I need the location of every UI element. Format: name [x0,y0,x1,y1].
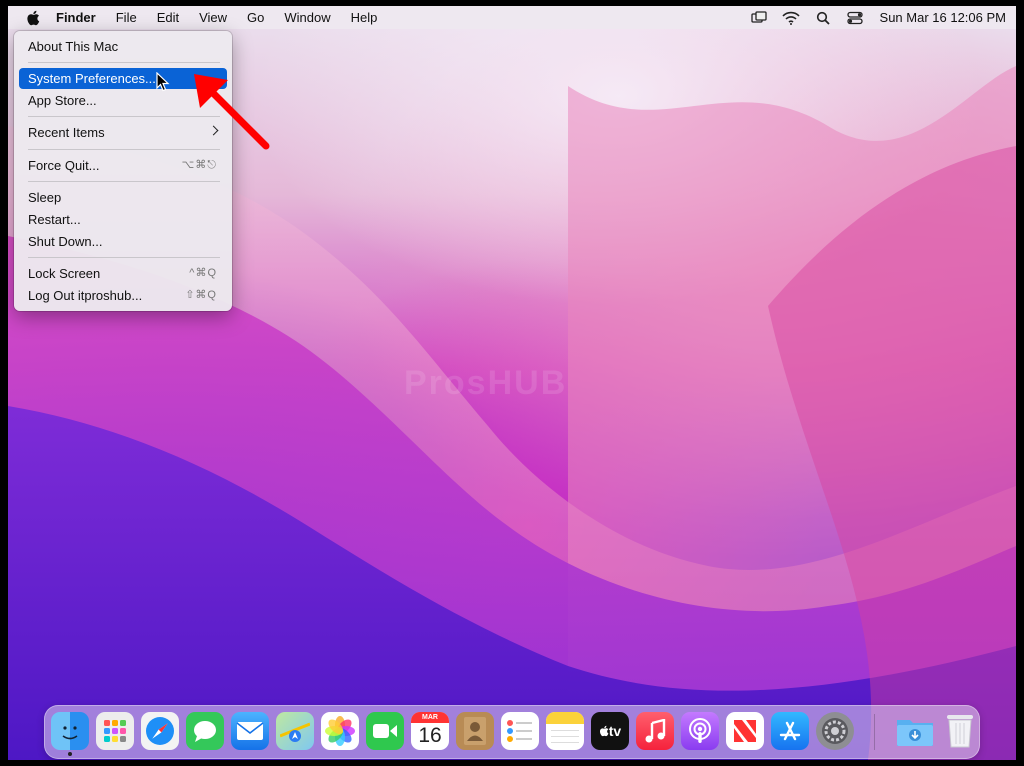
shortcut-label: ⇧⌘Q [185,289,217,301]
news-icon[interactable] [726,712,764,750]
menu-item-about[interactable]: About This Mac [19,36,227,57]
facetime-icon[interactable] [366,712,404,750]
downloads-folder-icon[interactable] [896,712,934,750]
menu-item-label: Log Out itproshub... [28,288,143,303]
menu-item-label: Force Quit... [28,158,100,173]
menu-app-name[interactable]: Finder [46,6,106,29]
menu-view[interactable]: View [189,6,237,29]
running-indicator [68,752,72,756]
menu-file[interactable]: File [106,6,147,29]
menu-item-log-out[interactable]: Log Out itproshub... ⇧⌘Q [19,285,227,306]
notes-icon[interactable] [546,712,584,750]
messages-icon[interactable] [186,712,224,750]
menu-separator [28,257,220,258]
menu-item-label: System Preferences... [28,71,156,86]
shortcut-label: ⌥⌘⎋ [181,159,217,171]
apple-menu-button[interactable] [8,6,46,29]
desktop: ProsHUB Finder File Edit View Go Window … [8,6,1016,760]
trash-icon[interactable] [941,712,979,750]
menu-edit[interactable]: Edit [147,6,189,29]
mail-icon[interactable] [231,712,269,750]
shortcut-label: ^⌘Q [189,267,217,279]
menu-bar: Finder File Edit View Go Window Help Sun… [8,6,1016,29]
watermark: ProsHUB [404,364,568,402]
calendar-month: MAR [411,712,449,723]
reminders-icon[interactable] [501,712,539,750]
annotation-arrow-icon [194,74,270,150]
menu-item-sleep[interactable]: Sleep [19,187,227,208]
menu-item-label: About This Mac [28,39,119,54]
menu-item-force-quit[interactable]: Force Quit... ⌥⌘⎋ [19,155,227,176]
spotlight-search-icon[interactable] [814,10,832,26]
photos-icon[interactable] [321,712,359,750]
control-center-icon[interactable] [846,10,864,26]
menu-clock[interactable]: Sun Mar 16 12:06 PM [878,6,1006,29]
apple-icon [27,10,40,25]
podcasts-icon[interactable] [681,712,719,750]
menu-item-label: Sleep [28,190,62,205]
menu-item-lock-screen[interactable]: Lock Screen ^⌘Q [19,263,227,284]
dock-separator [874,714,875,750]
calendar-icon[interactable]: MAR 16 [411,712,449,750]
safari-icon[interactable] [141,712,179,750]
menu-item-shut-down[interactable]: Shut Down... [19,231,227,252]
menu-separator [28,181,220,182]
apple-tv-icon[interactable]: tv [591,712,629,750]
menu-separator [28,62,220,63]
menu-go[interactable]: Go [237,6,274,29]
menu-item-label: Lock Screen [28,266,101,281]
contacts-icon[interactable] [456,712,494,750]
menu-item-label: Recent Items [28,125,105,140]
menu-help[interactable]: Help [341,6,388,29]
mouse-cursor-icon [156,72,170,92]
apple-icon [599,725,609,737]
menu-item-label: Shut Down... [28,234,103,249]
finder-icon[interactable] [51,712,89,750]
menu-item-label: App Store... [28,93,97,108]
maps-icon[interactable] [276,712,314,750]
calendar-day: 16 [418,724,442,747]
menu-window[interactable]: Window [274,6,340,29]
status-area: Sun Mar 16 12:06 PM [750,6,1006,29]
menu-item-label: Restart... [28,212,81,227]
dock: MAR 16 tv [44,705,980,759]
launchpad-icon[interactable] [96,712,134,750]
system-preferences-icon[interactable] [816,712,854,750]
app-store-icon[interactable] [771,712,809,750]
music-icon[interactable] [636,712,674,750]
wifi-icon[interactable] [781,10,800,26]
menu-item-restart[interactable]: Restart... [19,209,227,230]
tv-label: tv [608,723,622,739]
screen-mirroring-icon[interactable] [750,10,768,26]
